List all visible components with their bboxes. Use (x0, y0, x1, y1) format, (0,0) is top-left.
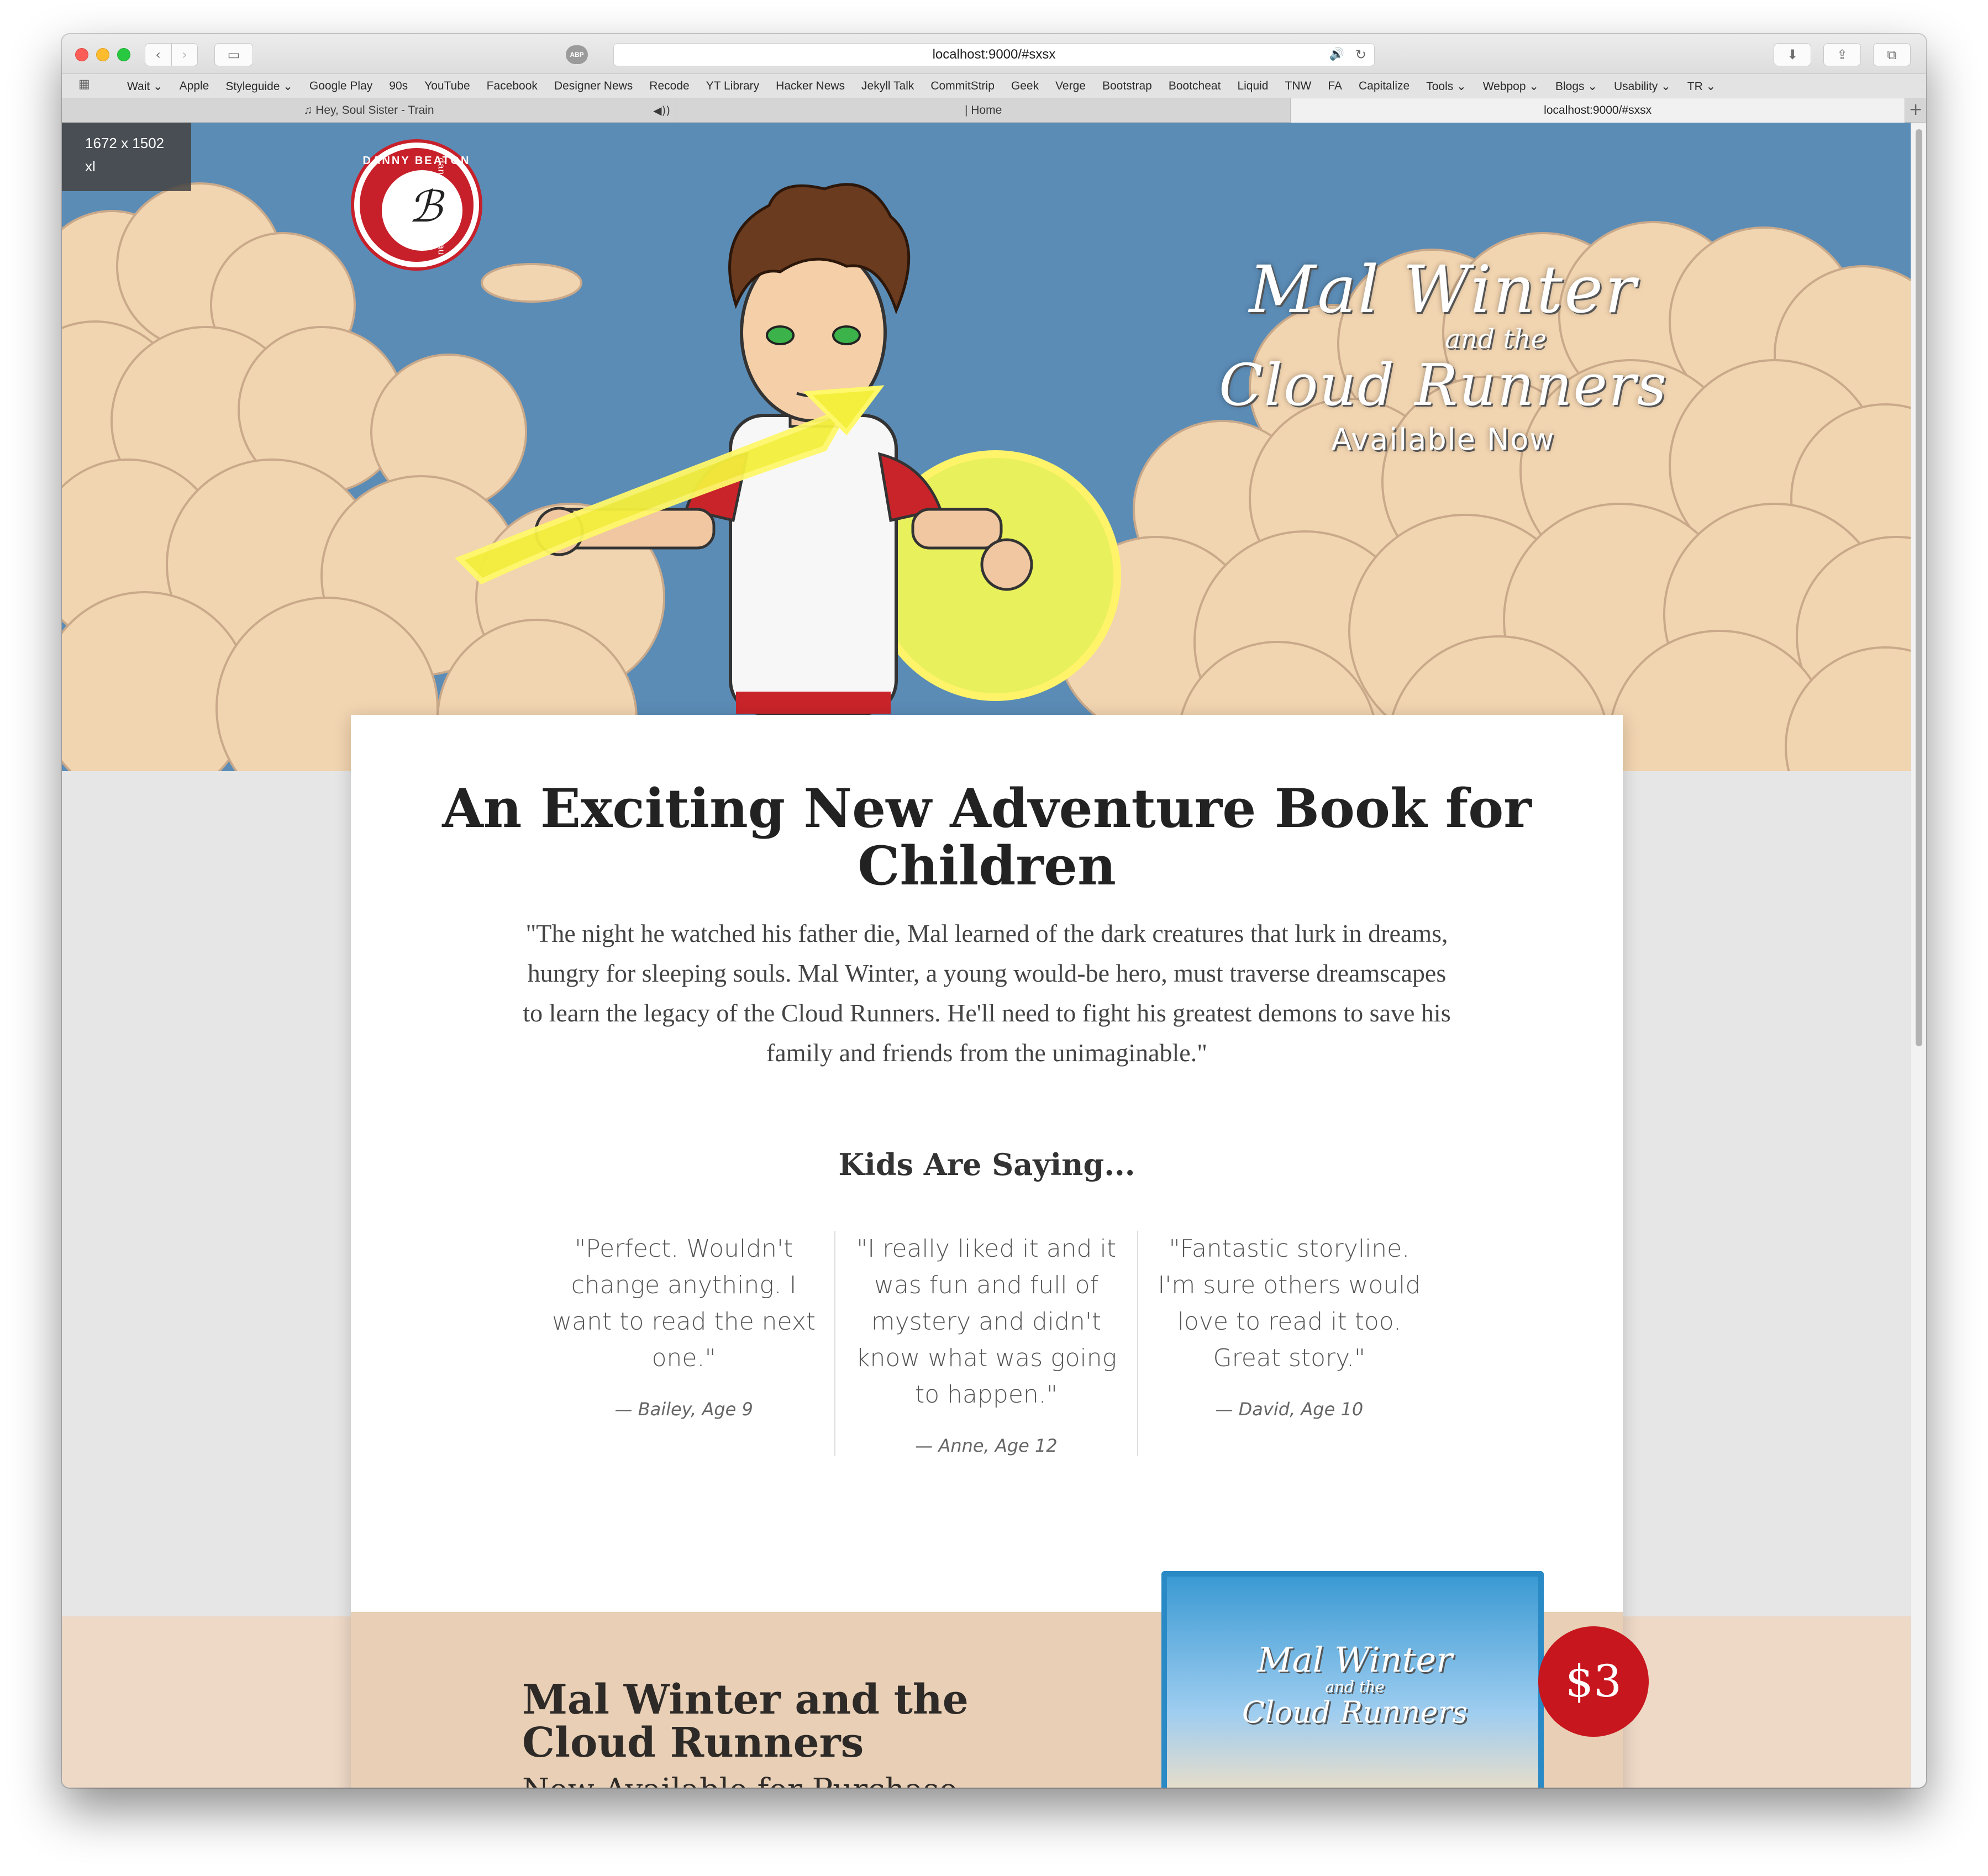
hero-title-line1: Mal Winter (1249, 251, 1638, 328)
browser-window: ‹ › ▭ ABP localhost:9000/#sxsx 🔊 ↻ ⬇ ⇪ ⧉… (62, 34, 1926, 1788)
show-tabs-button[interactable]: ⧉ (1873, 43, 1911, 66)
purchase-title: Mal Winter and the Cloud Runners (522, 1676, 969, 1767)
testimonial-item: "Perfect. Wouldn't change anything. I wa… (533, 1231, 836, 1456)
logo-top-text: DANNY BEATON (362, 155, 471, 167)
viewport-size-badge: 1672 x 1502 xl (62, 123, 191, 191)
bookmark-item[interactable]: Styleguide ⌄ (225, 80, 293, 93)
hero-title-line3: Cloud Runners (1219, 351, 1668, 419)
scrollbar-thumb[interactable] (1916, 129, 1922, 1046)
tabs-icon: ⧉ (1887, 47, 1897, 62)
site-logo[interactable]: DANNY BEATON dannybeaton.com.au ℬ (351, 139, 482, 271)
reload-icon[interactable]: ↻ (1355, 44, 1366, 66)
share-button[interactable]: ⇪ (1823, 43, 1861, 66)
bookmark-item[interactable]: Recode (649, 80, 689, 93)
testimonials: "Perfect. Wouldn't change anything. I wa… (533, 1231, 1440, 1456)
new-tab-button[interactable]: + (1905, 98, 1926, 123)
logo-center: ℬ (382, 170, 462, 251)
hero-tagline: Available Now (1331, 422, 1555, 457)
viewport-size: 1672 x 1502 (85, 135, 165, 151)
tab-bar: ♫ Hey, Soul Sister - Train ◀)) | Home lo… (62, 98, 1926, 123)
book-cover[interactable]: Mal Winter and the Cloud Runners (1161, 1571, 1544, 1788)
bookmark-item[interactable]: Designer News (554, 80, 633, 93)
bookmark-item[interactable]: TR ⌄ (1687, 80, 1716, 93)
bookmark-item[interactable]: Capitalize (1359, 80, 1410, 93)
sidebar-toggle-button[interactable]: ▭ (214, 43, 253, 66)
bookmark-item[interactable]: Liquid (1237, 80, 1268, 93)
forward-button[interactable]: › (171, 43, 198, 66)
close-window-button[interactable] (75, 48, 88, 61)
zoom-window-button[interactable] (117, 48, 130, 61)
tab-localhost[interactable]: localhost:9000/#sxsx (1291, 98, 1906, 123)
bookmark-item[interactable]: Blogs ⌄ (1555, 80, 1597, 93)
bookmark-item[interactable]: Bootstrap (1102, 80, 1152, 93)
bookmark-item[interactable]: FA (1328, 80, 1342, 93)
bookmark-item[interactable]: YouTube (424, 80, 470, 93)
price-badge[interactable]: $3 (1538, 1626, 1649, 1737)
tab-home[interactable]: | Home (676, 98, 1291, 123)
chevron-left-icon: ‹ (155, 47, 161, 62)
chevron-right-icon: › (182, 47, 187, 62)
url-text: localhost:9000/#sxsx (932, 47, 1056, 62)
bookmark-item[interactable]: Bootcheat (1169, 80, 1221, 93)
tab-music[interactable]: ♫ Hey, Soul Sister - Train ◀)) (62, 98, 677, 123)
bookmarks-bar: ▦ Wait ⌄ Apple Styleguide ⌄ Google Play 90s Y… (62, 74, 1926, 98)
testimonial-text: "I really liked it and it was fun and fu… (855, 1235, 1117, 1409)
sidebar-icon: ▭ (227, 47, 240, 62)
bookmark-item[interactable]: Geek (1011, 80, 1039, 93)
tab-label: | Home (964, 104, 1002, 117)
bookmark-item[interactable]: Jekyll Talk (861, 80, 914, 93)
share-icon: ⇪ (1836, 47, 1848, 62)
signature-icon: ℬ (408, 182, 443, 232)
purchase-subtitle: Now Available for Purchase (522, 1772, 958, 1788)
viewport-breakpoint: xl (85, 158, 96, 175)
bookmark-item[interactable]: YT Library (706, 80, 759, 93)
hero-banner: 1672 x 1502 xl DANNY BEATON dannybeaton.… (62, 123, 1911, 771)
plus-icon: + (1908, 100, 1923, 119)
page-headline: An Exciting New Adventure Book for Child… (442, 777, 1532, 897)
bookmark-item[interactable]: Apple (180, 80, 209, 93)
book-title-line3: Cloud Runners (1242, 1695, 1468, 1730)
minimize-window-button[interactable] (96, 48, 109, 61)
book-title-line1: Mal Winter (1257, 1640, 1453, 1680)
bookmark-item[interactable]: 90s (389, 80, 408, 93)
bookmark-item[interactable]: Verge (1055, 80, 1086, 93)
testimonial-author: — Anne, Age 12 (915, 1435, 1058, 1456)
adblock-icon[interactable]: ABP (566, 45, 588, 64)
testimonial-author: — David, Age 10 (1215, 1399, 1364, 1420)
tab-label: ♫ Hey, Soul Sister - Train (303, 104, 434, 117)
browser-toolbar: ‹ › ▭ ABP localhost:9000/#sxsx 🔊 ↻ ⬇ ⇪ ⧉ (62, 34, 1926, 74)
bookmark-item[interactable]: Webpop ⌄ (1483, 80, 1539, 93)
address-bar[interactable]: localhost:9000/#sxsx 🔊 ↻ (613, 43, 1375, 66)
bookmark-item[interactable]: Facebook (487, 80, 538, 93)
bookmark-item[interactable]: Usability ⌄ (1614, 80, 1671, 93)
bookmark-item[interactable]: Google Play (309, 80, 372, 93)
bookmark-item[interactable]: Tools ⌄ (1426, 80, 1466, 93)
testimonials-heading: Kids Are Saying... (838, 1147, 1135, 1182)
book-title-line2: and the (1325, 1678, 1385, 1696)
testimonial-text: "Perfect. Wouldn't change anything. I wa… (552, 1235, 816, 1372)
download-icon: ⬇ (1786, 47, 1798, 62)
back-button[interactable]: ‹ (145, 43, 171, 66)
page-viewport: 1672 x 1502 xl DANNY BEATON dannybeaton.… (62, 123, 1911, 1788)
bookmark-item[interactable]: TNW (1285, 80, 1312, 93)
book-cover-title: Mal Winter and the Cloud Runners (1233, 1642, 1476, 1729)
hero-title-line2: and the (1444, 324, 1547, 355)
testimonial-text: "Fantastic storyline. I'm sure others wo… (1158, 1235, 1421, 1372)
testimonial-item: "Fantastic storyline. I'm sure others wo… (1138, 1231, 1440, 1456)
book-synopsis: "The night he watched his father die, Ma… (523, 919, 1451, 1067)
speaker-icon[interactable]: 🔊 (1329, 44, 1344, 66)
downloads-button[interactable]: ⬇ (1774, 43, 1811, 66)
testimonial-item: "I really liked it and it was fun and fu… (835, 1231, 1138, 1456)
bookmark-list: Wait ⌄ Apple Styleguide ⌄ Google Play 90s You… (127, 74, 1732, 98)
audio-playing-icon[interactable]: ◀)) (653, 98, 670, 123)
apps-grid-icon[interactable]: ▦ (78, 77, 90, 91)
bookmark-item[interactable]: Hacker News (776, 80, 845, 93)
tab-label: localhost:9000/#sxsx (1544, 104, 1652, 117)
logo-ring: DANNY BEATON dannybeaton.com.au ℬ (360, 148, 474, 262)
bookmark-item[interactable]: CommitStrip (930, 80, 995, 93)
bookmark-item[interactable]: Wait ⌄ (127, 80, 163, 93)
hero-title: Mal Winter and the Cloud Runners Availab… (1195, 255, 1692, 464)
testimonial-author: — Bailey, Age 9 (614, 1399, 753, 1420)
